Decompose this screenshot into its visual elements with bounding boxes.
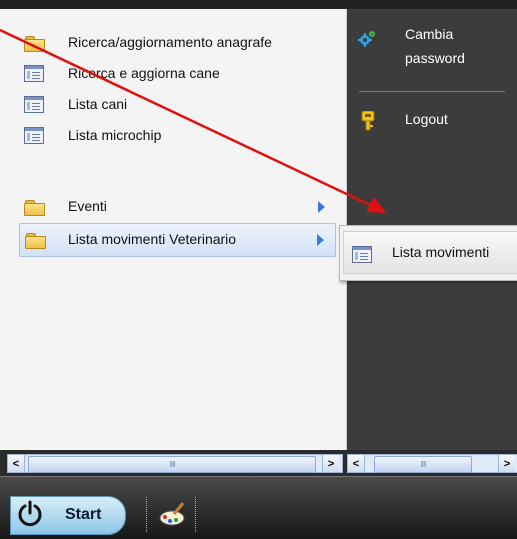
menu-item-label: Lista microchip xyxy=(68,127,162,143)
scroll-right-button[interactable]: > xyxy=(498,455,515,472)
menu-item-lista-movimenti-veterinario[interactable]: Lista movimenti Veterinario xyxy=(19,223,336,257)
key-icon xyxy=(361,111,375,131)
paint-icon[interactable] xyxy=(156,499,188,529)
scroll-thumb[interactable]: IIII xyxy=(374,456,472,473)
menu-item-ricerca-anagrafe[interactable]: Ricerca/aggiornamento anagrafe xyxy=(0,27,346,58)
folder-icon xyxy=(25,231,46,249)
right-horizontal-scrollbar[interactable]: < IIII > xyxy=(347,454,517,473)
submenu-arrow-icon xyxy=(318,201,325,213)
separator xyxy=(359,91,505,92)
top-strip xyxy=(0,0,517,9)
menu-item-label: Lista movimenti Veterinario xyxy=(68,231,237,247)
logout-item[interactable]: Logout xyxy=(347,103,517,137)
gear-icon xyxy=(358,30,376,47)
menu-item-ricerca-cane[interactable]: Ricerca e aggiorna cane xyxy=(0,58,346,89)
scroll-right-button[interactable]: > xyxy=(322,455,339,472)
submenu-arrow-icon xyxy=(317,234,324,246)
menu-item-label: Eventi xyxy=(68,198,107,214)
list-icon xyxy=(24,127,44,144)
menu-item-lista-microchip[interactable]: Lista microchip xyxy=(0,120,346,151)
screenshot-frame: Ricerca/aggiornamento anagrafe Ricerca e… xyxy=(0,0,517,539)
list-icon xyxy=(24,65,44,82)
scrollbar-strip: < IIII > < IIII > xyxy=(0,450,517,476)
change-password-label-line1: Cambia xyxy=(405,26,454,42)
taskbar: Start xyxy=(0,476,517,539)
list-icon xyxy=(352,246,372,263)
folder-icon xyxy=(24,198,45,216)
submenu-popup: Lista movimenti xyxy=(339,225,517,281)
quicklaunch-divider xyxy=(146,497,149,532)
menu-item-eventi[interactable]: Eventi xyxy=(0,191,346,222)
logout-label: Logout xyxy=(405,111,448,127)
change-password-item[interactable]: Cambia password xyxy=(347,23,517,83)
power-icon xyxy=(18,500,42,527)
start-label: Start xyxy=(65,506,102,523)
left-horizontal-scrollbar[interactable]: < IIII > xyxy=(7,454,343,473)
menu-item-label: Ricerca e aggiorna cane xyxy=(68,65,220,81)
list-icon xyxy=(24,96,44,113)
submenu-item-lista-movimenti[interactable]: Lista movimenti xyxy=(343,231,517,274)
start-button[interactable]: Start xyxy=(10,496,126,535)
menu-item-label: Lista cani xyxy=(68,96,128,112)
scroll-thumb[interactable]: IIII xyxy=(28,456,316,473)
scroll-left-button[interactable]: < xyxy=(8,455,25,472)
scroll-left-button[interactable]: < xyxy=(348,455,365,472)
menu-item-label: Ricerca/aggiornamento anagrafe xyxy=(68,34,272,50)
menu-item-lista-cani[interactable]: Lista cani xyxy=(0,89,346,120)
folder-icon xyxy=(24,34,45,52)
change-password-label-line2: password xyxy=(405,50,465,66)
submenu-item-label: Lista movimenti xyxy=(392,244,490,260)
quicklaunch-divider xyxy=(195,497,198,532)
programs-menu: Ricerca/aggiornamento anagrafe Ricerca e… xyxy=(0,9,347,450)
